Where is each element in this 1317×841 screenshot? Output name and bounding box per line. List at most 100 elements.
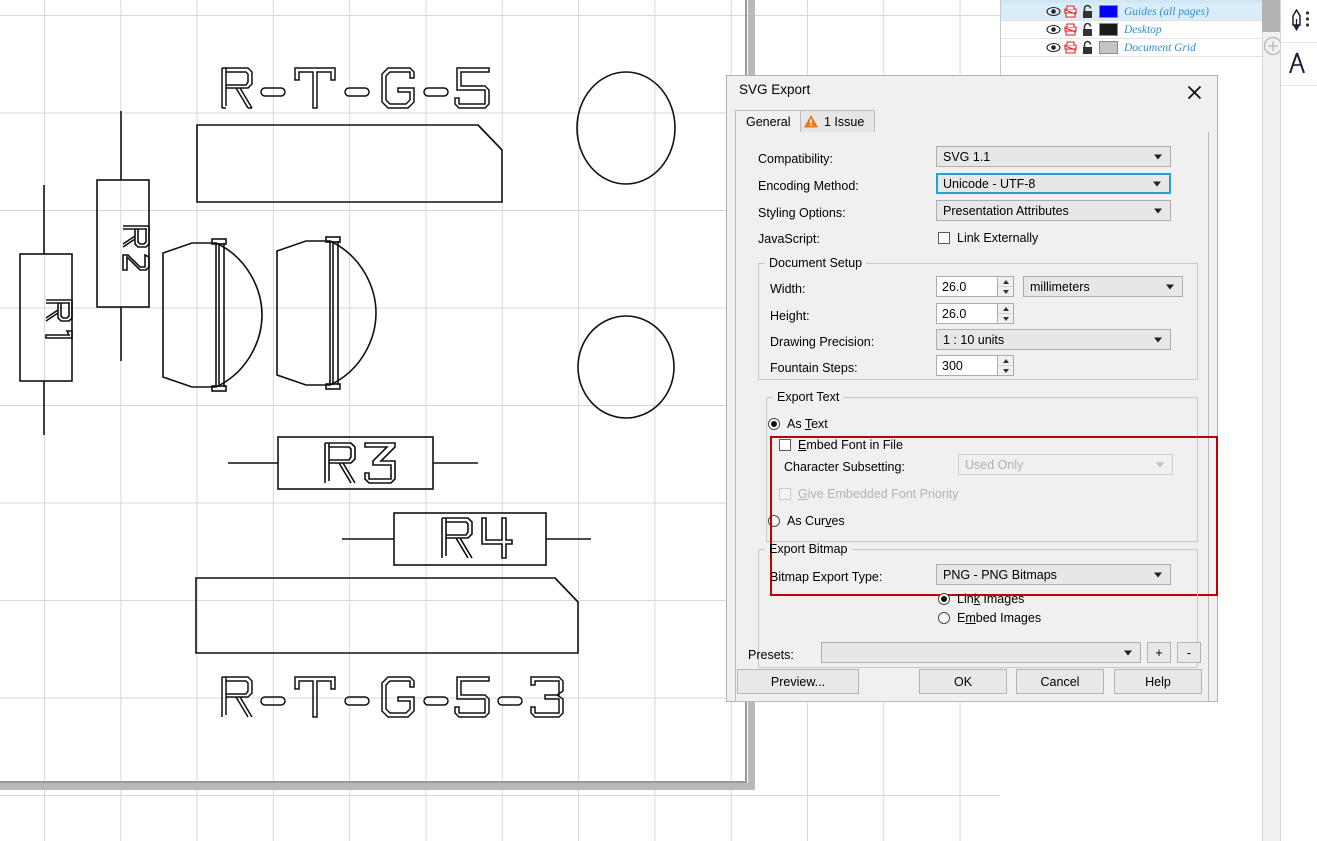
height-stepper[interactable]: 26.0 [936,303,1014,324]
more-options-dots-icon[interactable] [1305,11,1310,36]
fountain-steps-value[interactable]: 300 [936,355,997,376]
radio-dot [768,515,780,527]
close-icon[interactable] [1177,80,1211,104]
add-preset-button[interactable]: + [1147,642,1171,663]
outline-text-rtg5 [221,67,490,109]
remove-preset-button[interactable]: - [1177,642,1201,663]
caret-up-icon [1002,358,1009,363]
character-subsetting-select[interactable]: Used Only [958,454,1173,475]
drawing-precision-select[interactable]: 1 : 10 units [936,329,1171,350]
height-spin-buttons[interactable] [997,303,1014,324]
docker-scrollbar-thumb[interactable] [1262,0,1280,32]
chevron-down-icon [1154,208,1162,213]
encoding-method-select[interactable]: Unicode - UTF-8 [936,173,1171,194]
spin-down-button[interactable] [998,286,1013,296]
cancel-button[interactable]: Cancel [1016,669,1104,694]
width-value[interactable]: 26.0 [936,276,997,297]
eye-icon[interactable] [1045,39,1062,56]
printer-icon[interactable] [1062,39,1079,56]
spin-up-button[interactable] [998,304,1013,313]
spin-down-button[interactable] [998,365,1013,375]
part-outline-bottom [195,577,579,654]
preview-button[interactable]: Preview... [737,669,859,694]
docker-scrollbar[interactable] [1262,0,1281,841]
encoding-method-value: Unicode - UTF-8 [943,176,1036,191]
styling-options-select[interactable]: Presentation Attributes [936,200,1171,221]
bitmap-export-type-value: PNG - PNG Bitmaps [943,567,1057,582]
spin-up-button[interactable] [998,277,1013,286]
pen-nib-icon[interactable] [1288,8,1305,38]
help-button[interactable]: Help [1114,669,1202,694]
toolbar-slot-dimension[interactable] [1281,43,1317,86]
svg-export-dialog[interactable]: SVG Export General 1 Issue Compatibility… [726,75,1218,702]
checkbox-box [779,488,791,500]
toolbar-slot-pen[interactable] [1281,0,1317,43]
layer-color-swatch[interactable] [1099,5,1118,18]
dimension-tool-icon[interactable] [1287,51,1307,80]
height-value[interactable]: 26.0 [936,303,997,324]
circle-top [576,71,676,185]
give-embedded-font-priority-checkbox[interactable]: Give Embedded Font Priority [779,487,959,501]
ok-button[interactable]: OK [919,669,1007,694]
caret-up-icon [1002,279,1009,284]
spin-up-button[interactable] [998,356,1013,365]
layer-row-guides[interactable]: Guides (all pages) [1001,3,1263,21]
printer-icon[interactable] [1062,3,1079,20]
eye-icon[interactable] [1045,3,1062,20]
as-curves-label: As Curves [787,514,845,528]
add-preset-label: + [1155,645,1163,660]
printer-icon[interactable] [1062,21,1079,38]
width-label: Width: [770,282,806,296]
document-setup-legend: Document Setup [769,256,863,270]
width-spin-buttons[interactable] [997,276,1014,297]
layer-row-document-grid[interactable]: Document Grid [1001,39,1263,57]
give-embedded-font-priority-label: Give Embedded Font Priority [798,487,959,501]
preview-label: Preview... [770,674,826,689]
embed-images-radio[interactable]: Embed Images [938,611,1041,625]
fountain-steps-stepper[interactable]: 300 [936,355,1014,376]
chevron-down-icon [1154,154,1162,159]
layer-color-swatch[interactable] [1099,41,1118,54]
tab-strip: General 1 Issue [735,110,1209,132]
width-stepper[interactable]: 26.0 [936,276,1014,297]
styling-options-value: Presentation Attributes [943,203,1069,218]
layer-row-desktop[interactable]: Desktop [1001,21,1263,39]
tab-1-issue-label: 1 Issue [824,114,865,129]
compatibility-select[interactable]: SVG 1.1 [936,146,1171,167]
embed-font-label: Embed Font in File [798,438,903,452]
warning-triangle-icon [804,115,818,128]
tab-general[interactable]: General [735,110,802,132]
presets-label: Presets: [748,648,794,662]
layer-name-label: Document Grid [1124,41,1196,54]
lock-icon[interactable] [1079,21,1096,38]
link-images-radio[interactable]: Link Images [938,592,1024,606]
link-externally-label: Link Externally [957,231,1039,245]
link-externally-checkbox[interactable]: Link Externally [938,231,1038,245]
layer-color-swatch[interactable] [1099,23,1118,36]
compatibility-label: Compatibility: [758,152,834,166]
link-images-label: Link Images [957,592,1025,606]
layer-name-label: Desktop [1124,23,1162,36]
remove-preset-label: - [1186,645,1192,660]
embed-font-checkbox[interactable]: Embed Font in File [779,438,903,452]
tab-general-label: General [746,114,791,129]
chevron-down-icon [1154,572,1162,577]
presets-select[interactable] [821,642,1141,663]
dialog-title: SVG Export [739,82,811,97]
chevron-down-icon [1154,337,1162,342]
tab-1-issue[interactable]: 1 Issue [793,110,876,132]
as-text-radio[interactable]: As Text [768,417,828,431]
outline-text-r4 [441,517,513,559]
lock-icon[interactable] [1079,3,1096,20]
javascript-label: JavaScript: [758,232,820,246]
units-select[interactable]: millimeters [1023,276,1183,297]
lock-icon[interactable] [1079,39,1096,56]
bitmap-export-type-select[interactable]: PNG - PNG Bitmaps [936,564,1171,585]
right-toolbar[interactable] [1280,0,1317,841]
as-curves-radio[interactable]: As Curves [768,514,845,528]
spin-down-button[interactable] [998,313,1013,323]
fountain-spin-buttons[interactable] [997,355,1014,376]
export-text-legend: Export Text [777,390,840,404]
eye-icon[interactable] [1045,21,1062,38]
units-value: millimeters [1030,279,1090,294]
